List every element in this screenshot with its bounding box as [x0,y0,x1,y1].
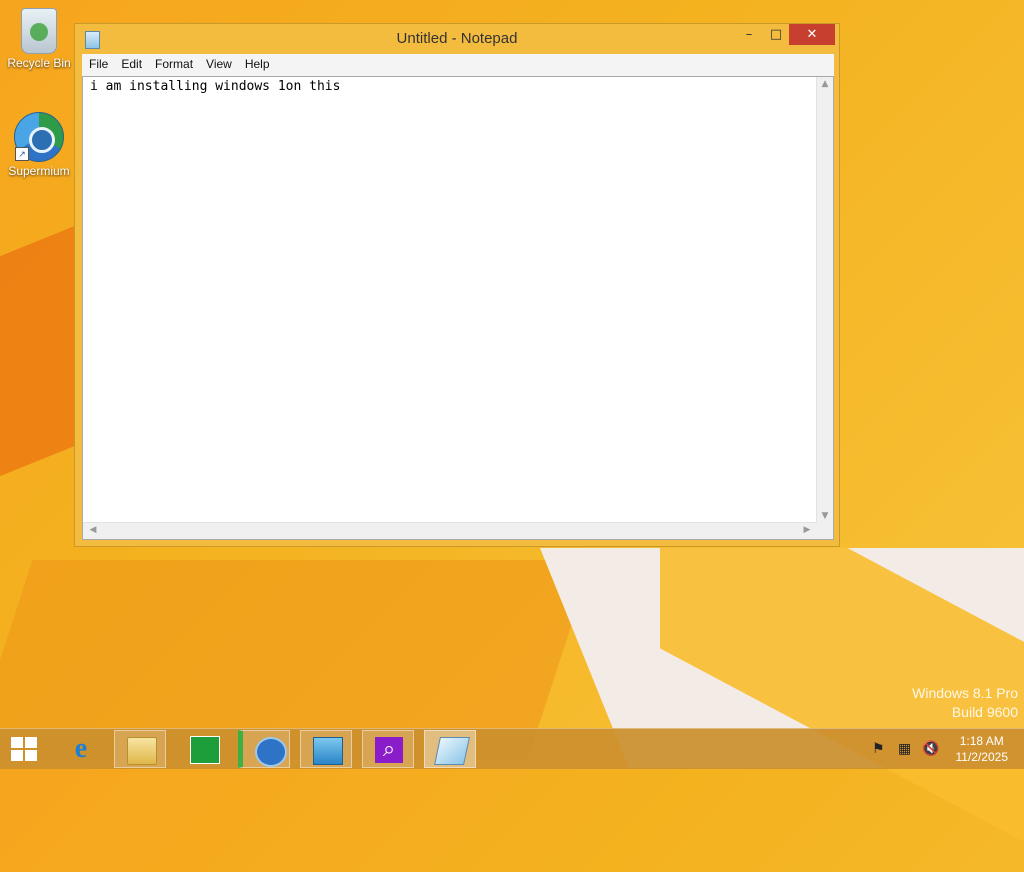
size-grip[interactable] [817,523,833,539]
menu-bar: File Edit Format View Help [82,54,834,76]
volume-muted-icon[interactable]: 🔇 [922,741,939,757]
notepad-window[interactable]: Untitled - Notepad – □ ✕ File Edit Format V… [74,23,840,547]
menu-file[interactable]: File [82,54,114,71]
maximize-button[interactable]: □ [763,24,789,45]
system-tray: ⚑ ▦ 🔇 [872,741,942,757]
watermark-edition: Windows 8.1 Pro [912,685,1018,701]
windows-logo-icon [11,750,23,761]
action-center-flag-icon[interactable]: ⚑ [872,741,885,757]
taskbar-supermium[interactable] [238,730,290,768]
desktop-icon-label: Recycle Bin [7,56,71,70]
recycle-bin-icon [21,8,57,54]
document-text[interactable]: i am installing windows 1on this [90,79,340,94]
network-icon[interactable]: ▦ [898,741,911,757]
magnifier-icon: ⌕ [375,737,403,763]
windows-logo-icon [25,737,37,748]
taskbar: e ⌕ ⚑ ▦ 🔇 1:18 AM 11/2/2025 [0,728,1024,769]
clock[interactable]: 1:18 AM 11/2/2025 [956,733,1009,765]
taskbar-search-app[interactable]: ⌕ [362,730,414,768]
window-titlebar[interactable]: Untitled - Notepad – □ ✕ [75,24,839,55]
clock-time: 1:18 AM [959,734,1004,748]
store-icon [190,736,220,764]
taskbar-notepad[interactable] [424,730,476,768]
start-button[interactable] [11,737,38,762]
desktop-icon-label: Supermium [8,164,70,178]
desktop-icon-supermium[interactable]: ↗ Supermium [2,112,76,178]
menu-help[interactable]: Help [238,54,276,71]
transfer-app-icon [313,737,343,765]
taskbar-windows-store[interactable] [178,730,230,768]
close-button[interactable]: ✕ [789,24,835,45]
text-editor[interactable]: i am installing windows 1on this ▲ ▼ ◀ ▶ [82,76,834,540]
folder-icon [127,737,157,765]
supermium-icon [255,737,287,767]
supermium-browser-icon: ↗ [14,112,64,162]
menu-format[interactable]: Format [148,54,199,71]
horizontal-scrollbar[interactable]: ◀ ▶ [83,522,817,539]
scroll-left-icon[interactable]: ◀ [85,525,101,535]
windows-logo-icon [11,737,23,748]
windows-watermark: Windows 8.1 Pro Build 9600 [912,684,1018,722]
desktop-icon-recycle-bin[interactable]: Recycle Bin [2,8,76,70]
taskbar-app-5[interactable] [300,730,352,768]
taskbar-internet-explorer[interactable]: e [55,730,107,768]
window-title: Untitled - Notepad [396,30,518,47]
shortcut-arrow-icon: ↗ [15,147,29,161]
minimize-button[interactable]: – [735,24,763,45]
internet-explorer-icon: e [74,733,88,764]
taskbar-file-explorer[interactable] [114,730,166,768]
menu-view[interactable]: View [199,54,238,71]
notepad-icon [434,737,470,765]
scroll-down-icon[interactable]: ▼ [817,511,833,521]
scroll-up-icon[interactable]: ▲ [817,79,833,89]
menu-edit[interactable]: Edit [114,54,148,71]
scroll-right-icon[interactable]: ▶ [799,525,815,535]
vertical-scrollbar[interactable]: ▲ ▼ [816,77,833,523]
windows-logo-icon [25,750,37,761]
watermark-build: Build 9600 [951,704,1018,720]
clock-date: 11/2/2025 [955,750,1009,764]
